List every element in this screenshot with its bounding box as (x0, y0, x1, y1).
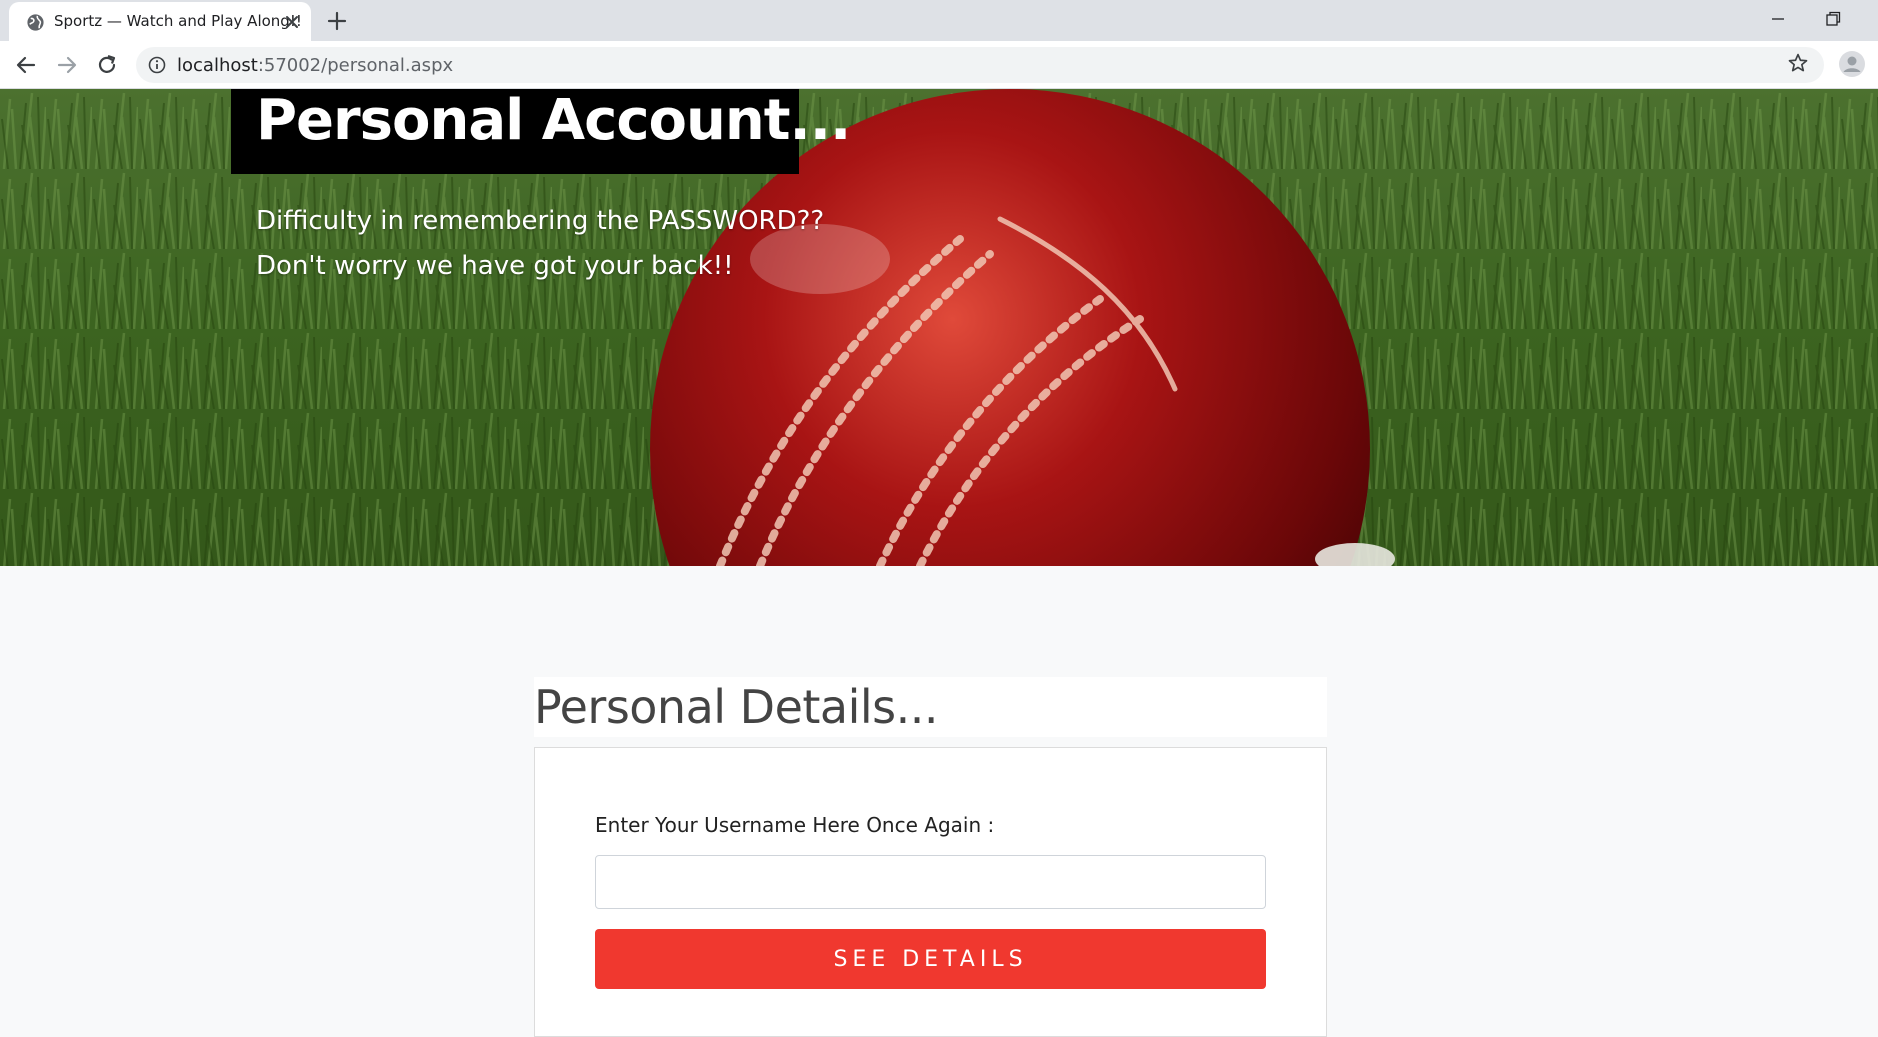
browser-tab-bar: Sportz — Watch and Play Along!! (0, 0, 1878, 41)
tab-title: Sportz — Watch and Play Along!! (54, 12, 302, 30)
plus-icon[interactable] (326, 10, 348, 32)
browser-tab[interactable]: Sportz — Watch and Play Along!! (9, 2, 311, 41)
star-icon[interactable] (1787, 52, 1809, 74)
info-icon[interactable] (148, 56, 166, 74)
hero-banner: Personal Account... Difficulty in rememb… (0, 89, 1878, 566)
url-host: localhost (177, 55, 258, 76)
reload-icon[interactable] (95, 53, 119, 77)
hero-title-box: Personal Account... (231, 89, 851, 174)
details-card: Enter Your Username Here Once Again : SE… (534, 747, 1327, 1037)
profile-icon[interactable] (1838, 50, 1866, 78)
browser-toolbar: localhost:57002/personal.aspx (0, 41, 1878, 89)
url-text: localhost:57002/personal.aspx (177, 55, 453, 76)
close-icon[interactable] (282, 12, 302, 32)
section-title: Personal Details... (534, 680, 939, 734)
see-details-button[interactable]: SEE DETAILS (595, 929, 1266, 989)
hero-subtitle: Difficulty in remembering the PASSWORD??… (256, 206, 825, 281)
address-bar[interactable]: localhost:57002/personal.aspx (136, 47, 1824, 83)
hero-title: Personal Account... (256, 89, 851, 153)
minimize-icon[interactable] (1768, 9, 1788, 29)
arrow-right-icon[interactable] (55, 53, 79, 77)
username-label: Enter Your Username Here Once Again : (595, 813, 995, 837)
username-input[interactable] (595, 855, 1266, 909)
restore-icon[interactable] (1823, 9, 1843, 29)
url-path: :57002/personal.aspx (257, 55, 454, 76)
arrow-left-icon[interactable] (14, 53, 38, 77)
section-header: Personal Details... (534, 677, 1327, 737)
globe-icon (27, 14, 44, 31)
